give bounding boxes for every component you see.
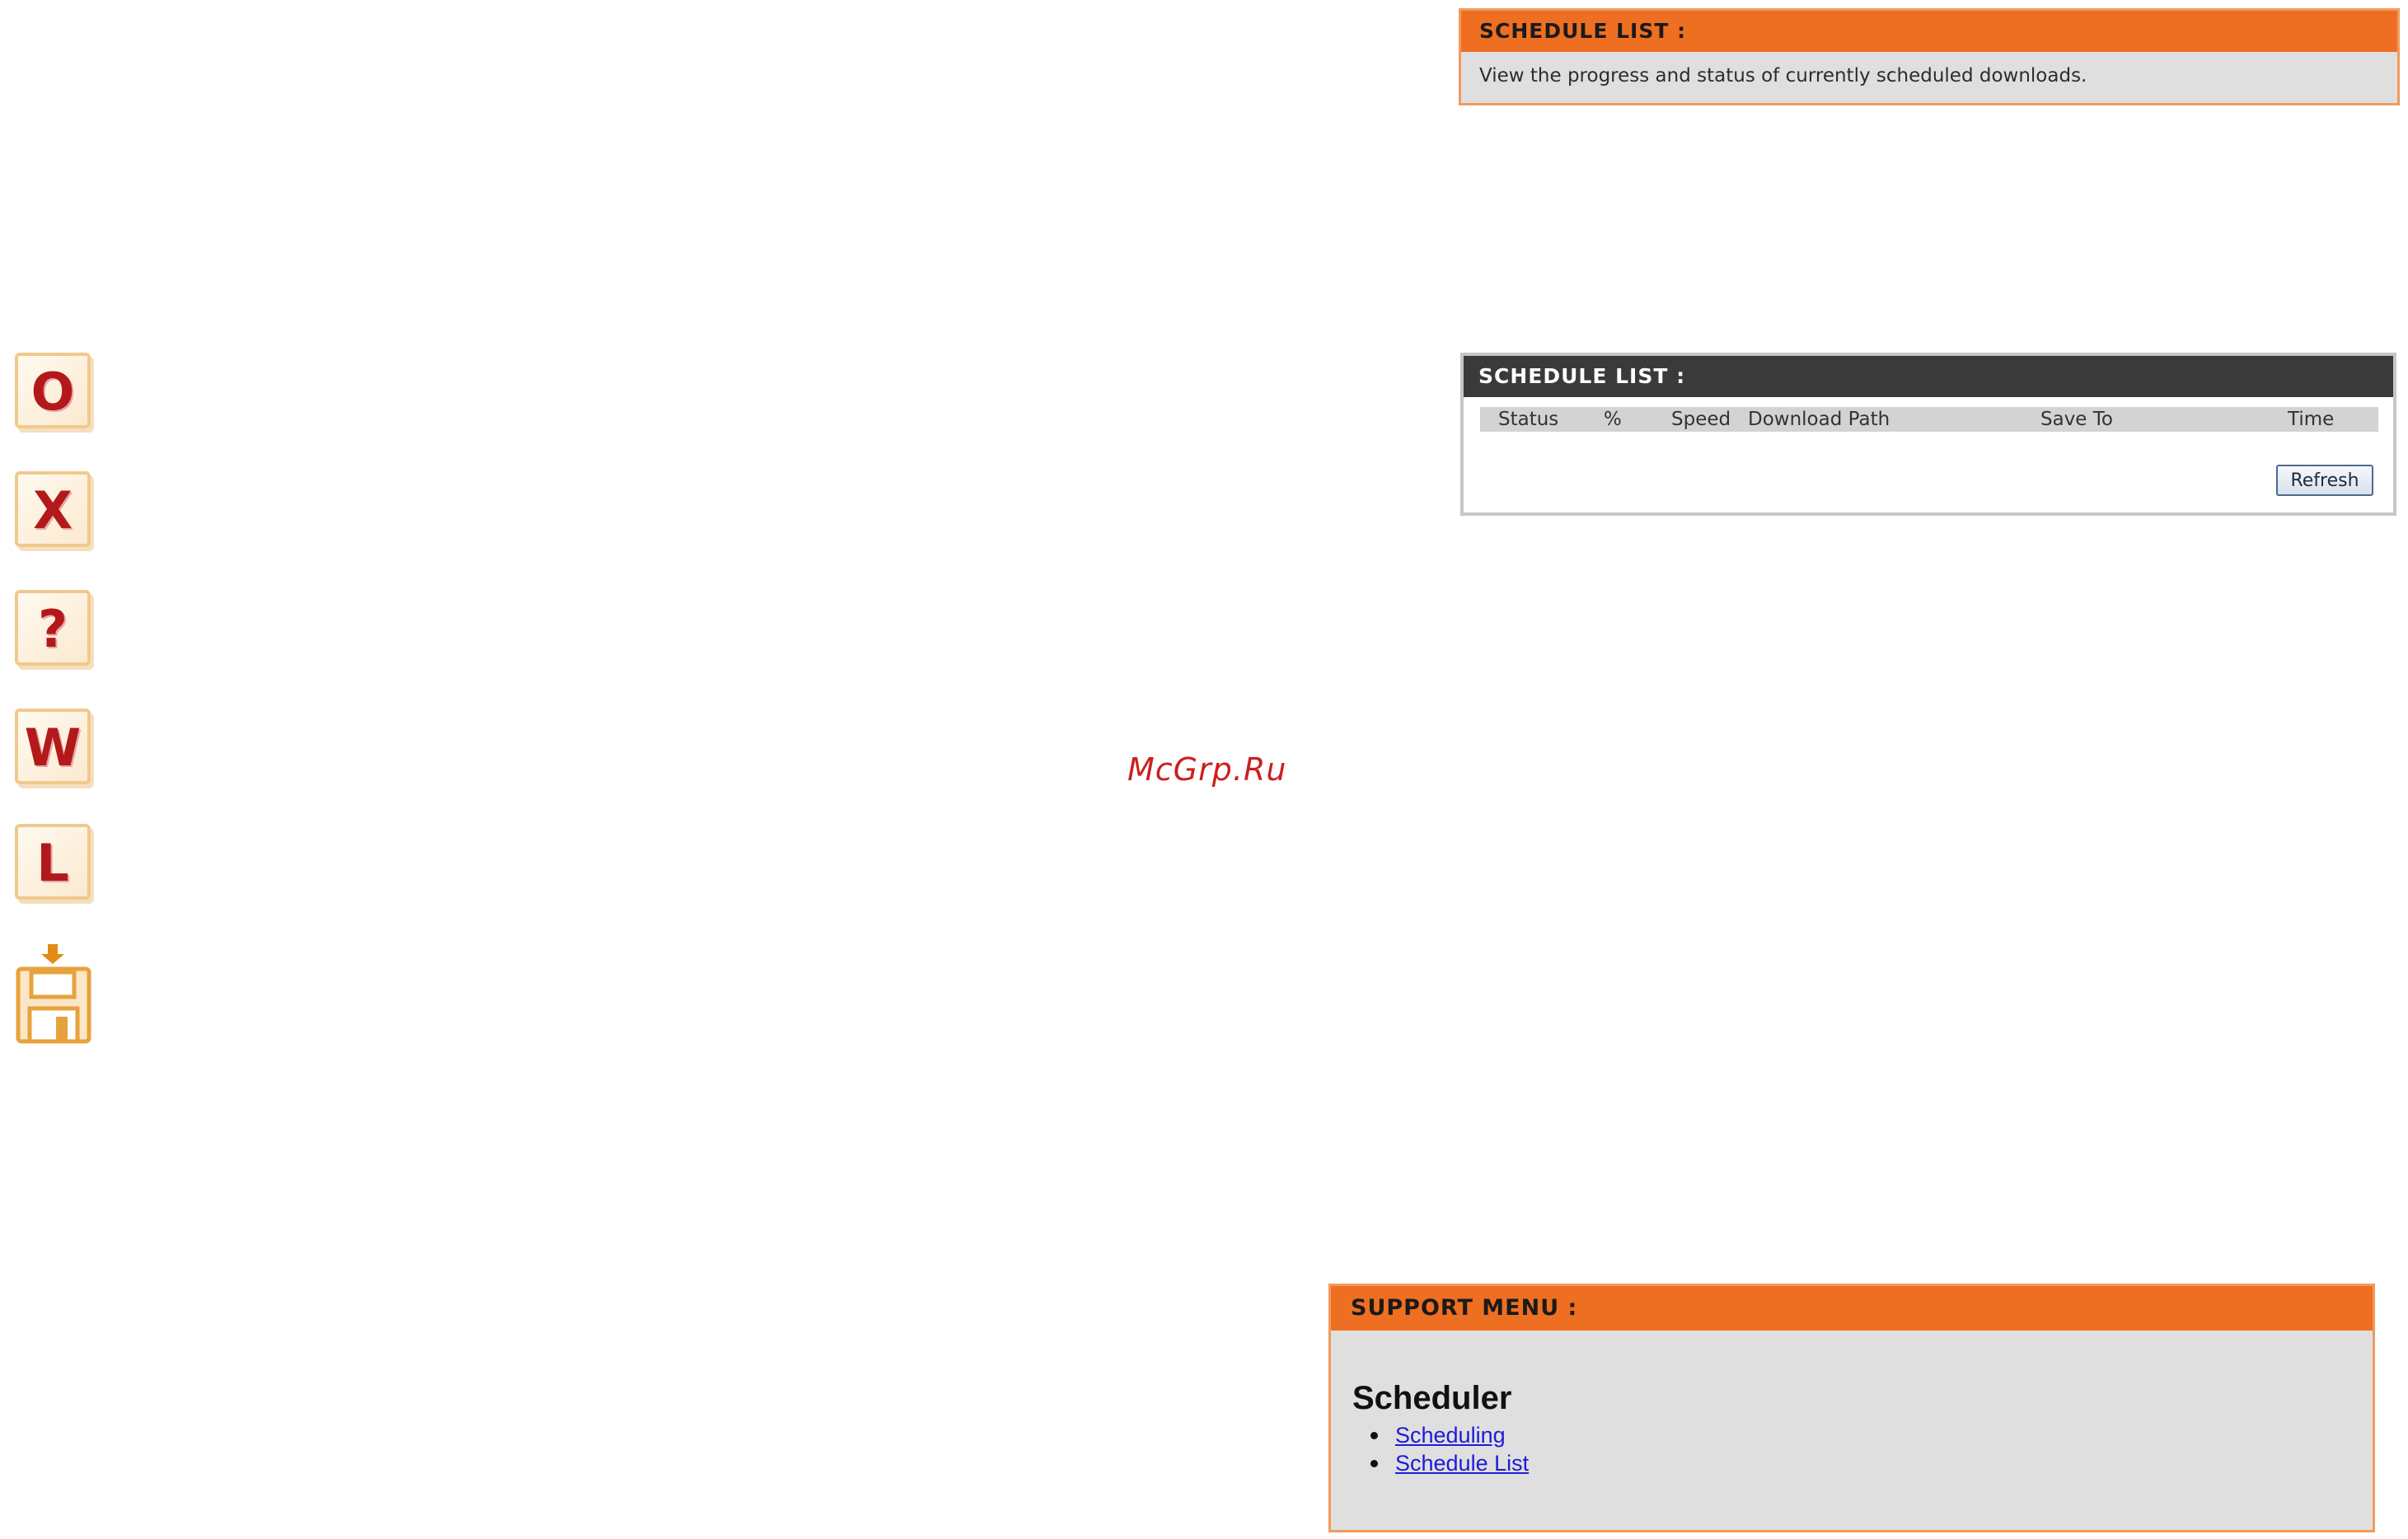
table-header-row: Status % Speed Download Path Save To Tim… bbox=[1480, 407, 2378, 432]
support-heading: Scheduler bbox=[1352, 1380, 1512, 1416]
panel-title: SUPPORT MENU : bbox=[1331, 1286, 2373, 1331]
schedule-list-link[interactable]: Schedule List bbox=[1395, 1451, 1529, 1476]
column-header-status: Status bbox=[1498, 409, 1559, 430]
bullet-icon bbox=[1370, 1460, 1378, 1467]
column-header-save-to: Save To bbox=[2040, 409, 2113, 430]
list-item: Scheduling bbox=[1370, 1421, 1529, 1449]
column-header-percent: % bbox=[1604, 409, 1622, 430]
support-link-list: Scheduling Schedule List bbox=[1370, 1421, 1529, 1477]
schedule-list-panel: SCHEDULE LIST : Status % Speed Download … bbox=[1460, 353, 2396, 516]
watermark-text: McGrp.Ru bbox=[1127, 751, 1287, 788]
floppy-disk-icon bbox=[16, 944, 91, 1044]
status-unknown-icon: ? bbox=[15, 590, 91, 666]
schedule-list-info-panel: SCHEDULE LIST : View the progress and st… bbox=[1459, 8, 2400, 105]
status-failed-icon: X bbox=[15, 471, 91, 547]
bullet-icon bbox=[1370, 1432, 1378, 1439]
panel-title: SCHEDULE LIST : bbox=[1461, 11, 2397, 52]
column-header-time: Time bbox=[2288, 409, 2335, 430]
column-header-download-path: Download Path bbox=[1748, 409, 1890, 430]
save-icon bbox=[15, 939, 91, 1046]
support-menu-panel: SUPPORT MENU : Scheduler Scheduling Sche… bbox=[1328, 1284, 2375, 1532]
refresh-button[interactable]: Refresh bbox=[2276, 465, 2373, 496]
status-downloading-icon: L bbox=[15, 824, 91, 900]
panel-description: View the progress and status of currentl… bbox=[1479, 65, 2087, 87]
status-waiting-icon: W bbox=[15, 709, 91, 784]
scheduling-link[interactable]: Scheduling bbox=[1395, 1423, 1506, 1448]
status-ok-icon: O bbox=[15, 353, 91, 428]
list-item: Schedule List bbox=[1370, 1449, 1529, 1477]
panel-title: SCHEDULE LIST : bbox=[1464, 356, 2393, 397]
column-header-speed: Speed bbox=[1671, 409, 1731, 430]
